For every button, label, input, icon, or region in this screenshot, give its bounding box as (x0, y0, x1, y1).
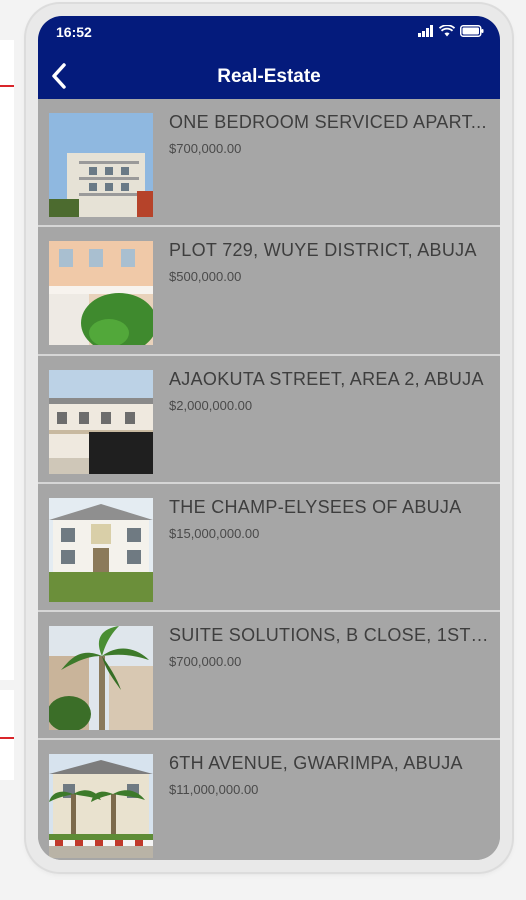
app-header: 16:52 Real-Estate (38, 16, 500, 99)
app-screen: 16:52 Real-Estate ONE BEDROOM SERVICED A… (38, 16, 500, 860)
listing-photo (49, 241, 153, 346)
listing-title: THE CHAMP-ELYSEES OF ABUJA (169, 496, 462, 517)
page-title: Real-Estate (217, 66, 321, 87)
listing-row[interactable]: SUITE SOLUTIONS, B CLOSE, 1ST ... $700,0… (38, 612, 500, 741)
listing-title: SUITE SOLUTIONS, B CLOSE, 1ST ... (169, 625, 489, 646)
listing-row[interactable]: PLOT 729, WUYE DISTRICT, ABUJA $500,000.… (38, 227, 500, 356)
listing-photo (49, 113, 153, 217)
listing-row[interactable]: AJAOKUTA STREET, AREA 2, ABUJA $2,000,00… (38, 355, 500, 484)
signal-icon (418, 25, 433, 37)
status-icons (418, 25, 484, 37)
listing-row[interactable]: THE CHAMP-ELYSEES OF ABUJA $15,000,000.0… (38, 483, 500, 613)
background-card (0, 690, 14, 780)
background-accent-line (0, 85, 14, 87)
wifi-icon (439, 25, 455, 37)
listing-row[interactable]: ONE BEDROOM SERVICED APART... $700,000.0… (38, 99, 500, 228)
listing-title: AJAOKUTA STREET, AREA 2, ABUJA (169, 368, 484, 389)
status-time: 16:52 (56, 24, 92, 40)
listing-price: $2,000,000.00 (169, 397, 253, 413)
listing-price: $700,000.00 (169, 141, 242, 156)
listing-list: ONE BEDROOM SERVICED APART... $700,000.0… (38, 99, 500, 860)
listing-price: $500,000.00 (169, 269, 242, 285)
listing-price: $11,000,000.00 (169, 782, 259, 798)
listing-photo (49, 497, 153, 602)
listing-title: ONE BEDROOM SERVICED APART... (169, 112, 487, 132)
listing-title: PLOT 729, WUYE DISTRICT, ABUJA (169, 240, 477, 261)
battery-icon (460, 25, 484, 37)
listing-photo (49, 754, 153, 859)
background-accent-line (0, 737, 14, 739)
listing-title: 6TH AVENUE, GWARIMPA, ABUJA (169, 753, 463, 774)
listing-row[interactable]: 6TH AVENUE, GWARIMPA, ABUJA $11,000,000.… (38, 740, 500, 860)
listing-price: $15,000,000.00 (169, 525, 260, 541)
listing-photo (49, 626, 153, 731)
listing-photo (49, 369, 153, 474)
background-card (0, 40, 14, 680)
listing-price: $700,000.00 (169, 654, 242, 670)
